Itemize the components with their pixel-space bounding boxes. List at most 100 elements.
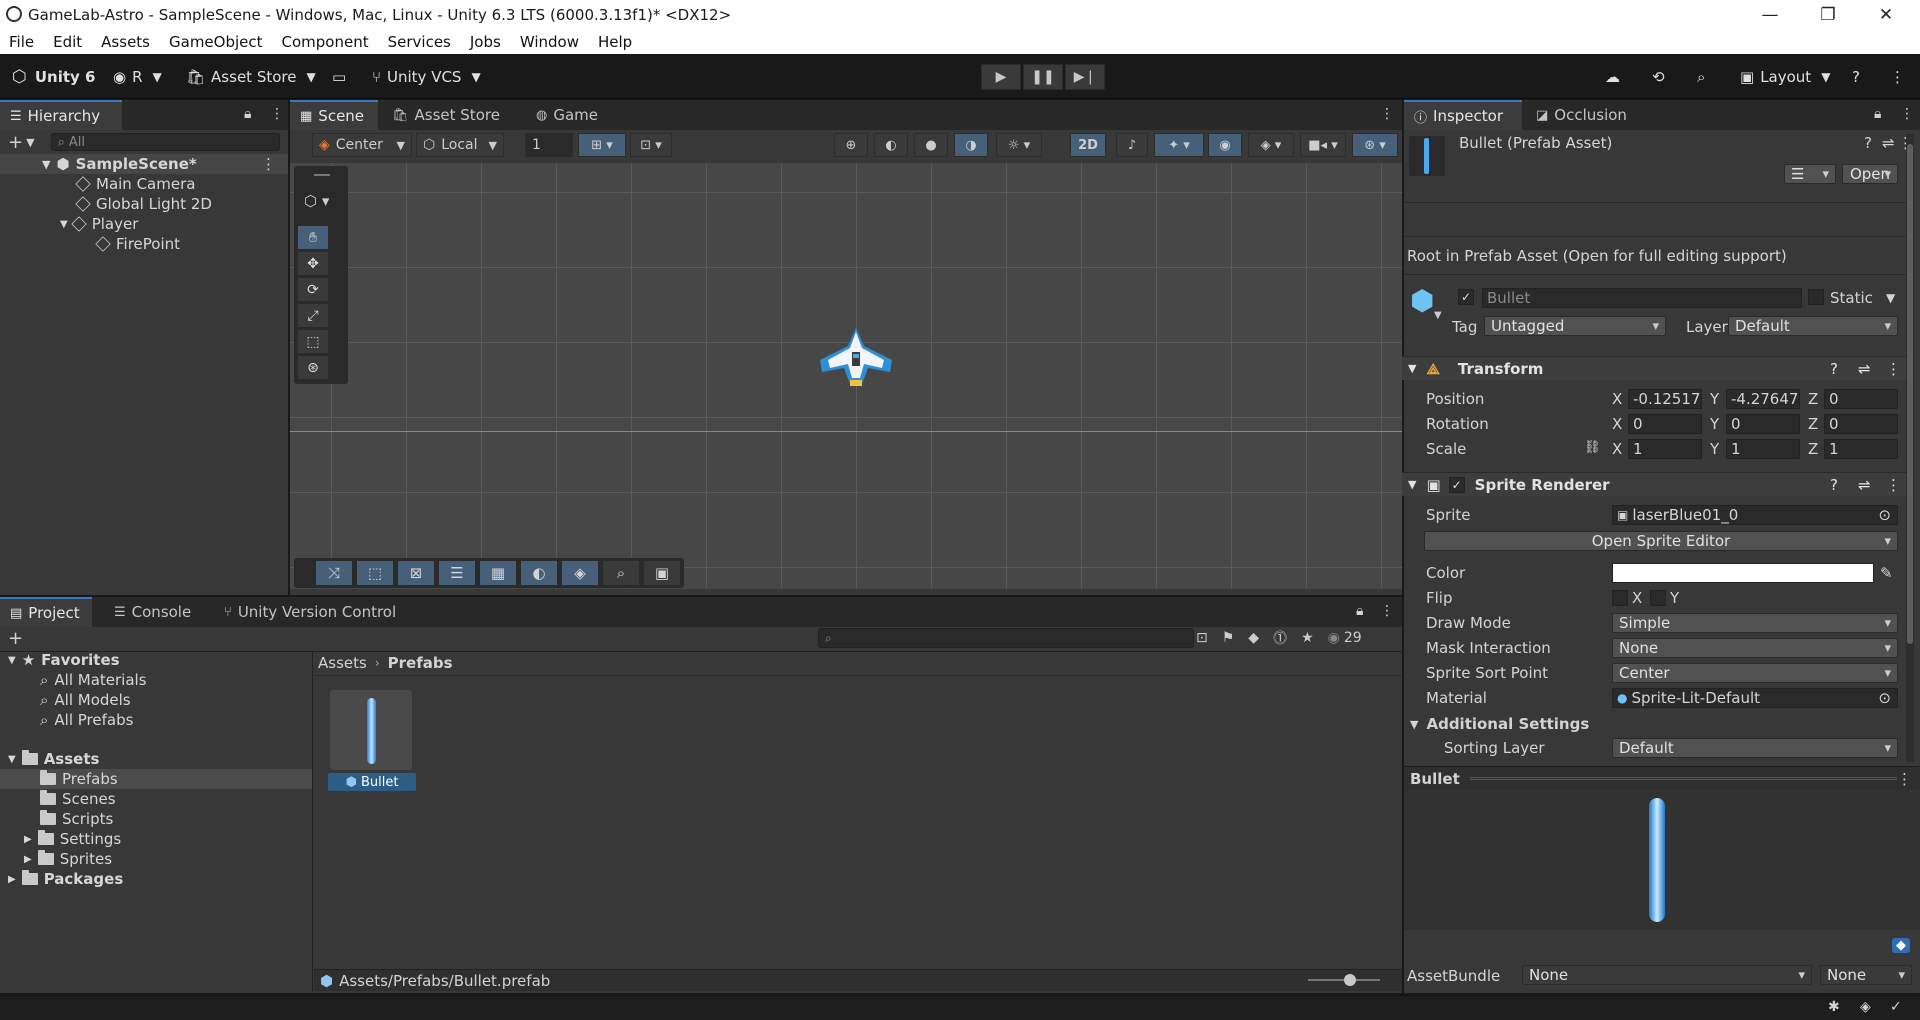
layers-icon[interactable]: ◈: [562, 561, 598, 585]
add-icon[interactable]: +: [8, 628, 23, 649]
chevron-down-icon[interactable]: ▼: [26, 136, 34, 149]
lock-icon[interactable]: 🔒︎: [244, 106, 251, 122]
hierarchy-search-input[interactable]: ⌕ All: [50, 133, 280, 151]
help-icon[interactable]: ?: [1864, 134, 1872, 152]
capture-icon[interactable]: ▣: [644, 561, 680, 585]
audio-icon[interactable]: ♪: [1116, 133, 1148, 157]
grid-size-input[interactable]: 1: [525, 133, 573, 157]
more-icon[interactable]: ⋮: [1886, 360, 1901, 378]
zoom-icon[interactable]: ⌕: [603, 561, 639, 585]
more-icon[interactable]: ⋮: [270, 106, 284, 122]
shaded-icon[interactable]: ●: [914, 133, 948, 157]
check-circle-icon[interactable]: ✓: [1890, 999, 1902, 1015]
tab-inspector[interactable]: ⓘ Inspector: [1404, 100, 1522, 130]
tab-console[interactable]: ☰ Console: [104, 597, 201, 627]
player-spaceship-sprite[interactable]: [818, 326, 894, 390]
asset-store-dropdown[interactable]: 🛍︎ Asset Store ▼: [186, 64, 316, 90]
space-dropdown[interactable]: ⬡ Local ▼: [416, 133, 504, 157]
hierarchy-item-firepoint[interactable]: FirePoint: [95, 234, 180, 254]
assetbundle-dropdown[interactable]: None: [1522, 965, 1812, 985]
object-picker-icon[interactable]: ⊙: [1878, 506, 1891, 524]
sorting-layer-dropdown[interactable]: Default: [1612, 738, 1898, 758]
step-button[interactable]: ▶❘: [1065, 64, 1105, 90]
more-icon[interactable]: ⋮: [1890, 64, 1905, 90]
camera-dropdown[interactable]: ■◂ ▾: [1300, 133, 1346, 157]
more-icon[interactable]: ⋮: [1900, 106, 1914, 122]
warning-filter-icon[interactable]: ⓵: [1273, 628, 1287, 648]
help-icon[interactable]: ?: [1830, 360, 1838, 378]
zoom-slider-handle[interactable]: [1344, 974, 1356, 986]
menu-services[interactable]: Services: [388, 33, 451, 51]
vcs-dropdown[interactable]: ⑂ Unity VCS ▼: [372, 64, 481, 90]
menu-gameobject[interactable]: GameObject: [169, 33, 263, 51]
hierarchy-item-player[interactable]: ▼ Player: [60, 214, 138, 234]
tag-dropdown[interactable]: Untagged: [1484, 316, 1666, 336]
rect-tool-button[interactable]: ⬚: [298, 330, 328, 354]
visibility-icon[interactable]: ◉: [1208, 133, 1242, 157]
eyedropper-icon[interactable]: ✎: [1880, 564, 1893, 582]
ellipse-icon[interactable]: ◐: [521, 561, 557, 585]
overrides-dropdown[interactable]: ☰: [1784, 164, 1836, 184]
material-object-field[interactable]: ● Sprite-Lit-Default ⊙: [1612, 688, 1898, 708]
scale-tool-button[interactable]: ⤢: [298, 304, 328, 328]
hand-tool-button[interactable]: ✋︎: [298, 226, 328, 250]
position-y-field[interactable]: -4.27647: [1726, 389, 1800, 409]
rotation-x-field[interactable]: 0: [1628, 414, 1702, 434]
favorite-all-prefabs[interactable]: ⌕ All Prefabs: [40, 710, 133, 730]
sprite-object-field[interactable]: ▣ laserBlue01_0 ⊙: [1612, 505, 1898, 525]
favorite-all-models[interactable]: ⌕ All Models: [40, 690, 131, 710]
assets-header[interactable]: ▼ Assets: [8, 749, 99, 769]
tab-game[interactable]: ◍ Game: [526, 100, 608, 130]
minimize-icon[interactable]: —: [1742, 0, 1798, 29]
object-name-field[interactable]: Bullet: [1482, 288, 1802, 308]
pivot-dropdown[interactable]: ◈ Center ▼: [312, 133, 412, 157]
folder-sprites[interactable]: ▶ Sprites: [24, 849, 112, 869]
move-tool-button[interactable]: ✥: [298, 252, 328, 276]
play-button[interactable]: ▶: [981, 64, 1021, 90]
bullet-asset-label-bar[interactable]: ⬢ Bullet: [328, 773, 416, 791]
search-filter-icon[interactable]: ⊡: [1196, 630, 1208, 646]
sliders-icon[interactable]: ☰: [439, 561, 475, 585]
link-icon[interactable]: ⛓: [1584, 440, 1601, 455]
more-icon[interactable]: ⋮: [1380, 106, 1394, 122]
transform-tool-button[interactable]: ⊛: [298, 356, 328, 380]
lit-icon[interactable]: ◑: [954, 133, 988, 157]
scene-viewport[interactable]: [290, 163, 1402, 589]
object-picker-icon[interactable]: ⊙: [1878, 689, 1891, 707]
account-dropdown[interactable]: ◉ R ▼: [113, 64, 162, 90]
menu-help[interactable]: Help: [598, 33, 632, 51]
sprite-renderer-header[interactable]: ▼ ▣ ✓ Sprite Renderer ? ⇌ ⋮: [1402, 472, 1910, 496]
layers-icon[interactable]: ◈: [1860, 999, 1871, 1015]
additional-settings-foldout[interactable]: ▼ Additional Settings: [1410, 714, 1589, 734]
static-checkbox[interactable]: [1808, 289, 1824, 305]
hierarchy-scene-row[interactable]: ▼ ⬢ SampleScene* ⋮: [0, 154, 288, 174]
position-z-field[interactable]: 0: [1824, 389, 1898, 409]
hierarchy-item-main-camera[interactable]: Main Camera: [75, 174, 195, 194]
pause-button[interactable]: ❚❚: [1023, 64, 1063, 90]
chevron-down-icon[interactable]: ▼: [1434, 310, 1442, 321]
mode-2d-button[interactable]: 2D: [1070, 133, 1106, 157]
lock-icon[interactable]: 🔒︎: [1356, 603, 1363, 619]
assetbundle-variant-dropdown[interactable]: None: [1820, 965, 1912, 985]
tab-project[interactable]: ▤ Project: [0, 597, 92, 627]
preview-drag-handle[interactable]: [1469, 777, 1897, 780]
rotation-y-field[interactable]: 0: [1726, 414, 1800, 434]
packages-header[interactable]: ▶ Packages: [8, 869, 123, 889]
tab-asset-store[interactable]: 🛍︎ Asset Store: [382, 100, 510, 130]
drag-handle-icon[interactable]: [314, 174, 330, 176]
tab-hierarchy[interactable]: ☰ Hierarchy: [0, 100, 122, 130]
favorite-all-materials[interactable]: ⌕ All Materials: [40, 670, 147, 690]
more-icon[interactable]: ⋮: [261, 155, 276, 173]
crop-icon[interactable]: ⊠: [398, 561, 434, 585]
enabled-checkbox[interactable]: ✓: [1448, 476, 1465, 493]
menu-file[interactable]: File: [9, 33, 34, 51]
breadcrumb-root[interactable]: Assets: [318, 654, 367, 672]
view-options-dropdown[interactable]: ⬡ ▾: [304, 192, 329, 210]
close-icon[interactable]: ✕: [1858, 0, 1914, 29]
add-icon[interactable]: +: [8, 132, 23, 153]
flip-y-checkbox[interactable]: [1650, 590, 1666, 606]
cloud-icon[interactable]: ☁: [1605, 64, 1620, 90]
breadcrumb-current[interactable]: Prefabs: [388, 654, 453, 672]
layer-dropdown[interactable]: Default: [1728, 316, 1898, 336]
more-icon[interactable]: ⋮: [1886, 476, 1901, 494]
